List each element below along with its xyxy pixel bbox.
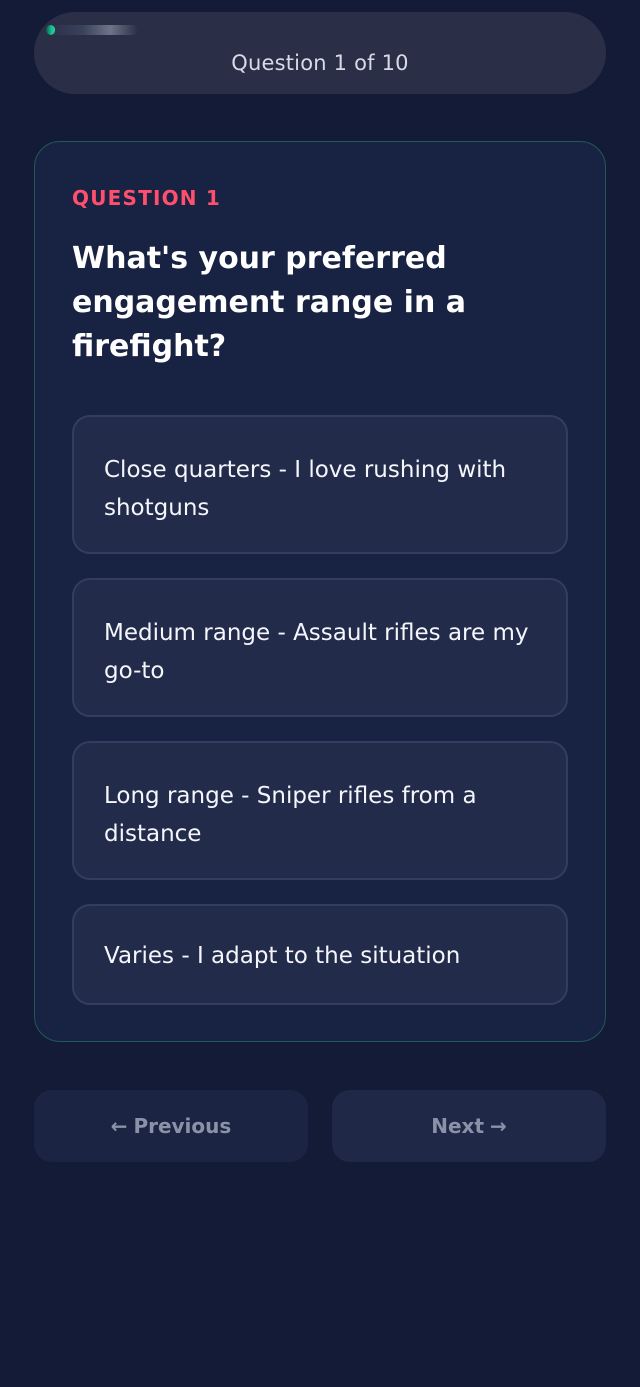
progress-track (46, 25, 138, 35)
arrow-left-icon: ← (110, 1114, 128, 1138)
arrow-right-icon: → (490, 1114, 507, 1138)
question-card: QUESTION 1 What's your preferred engagem… (34, 141, 606, 1042)
answer-option-long-range[interactable]: Long range - Sniper rifles from a distan… (72, 741, 568, 880)
progress-header: Question 1 of 10 (34, 12, 606, 94)
next-button-label: Next (431, 1114, 484, 1138)
answer-option-close-quarters[interactable]: Close quarters - I love rushing with sho… (72, 415, 568, 554)
answer-option-medium-range[interactable]: Medium range - Assault rifles are my go-… (72, 578, 568, 717)
previous-button[interactable]: ← Previous (34, 1090, 308, 1162)
progress-text: Question 1 of 10 (231, 51, 409, 75)
next-button[interactable]: Next → (332, 1090, 606, 1162)
previous-button-label: Previous (133, 1114, 232, 1138)
progress-fill (46, 25, 56, 35)
question-text: What's your preferred engagement range i… (72, 241, 466, 364)
question-number: QUESTION 1 (72, 186, 222, 210)
answer-option-varies[interactable]: Varies - I adapt to the situation (72, 904, 568, 1005)
